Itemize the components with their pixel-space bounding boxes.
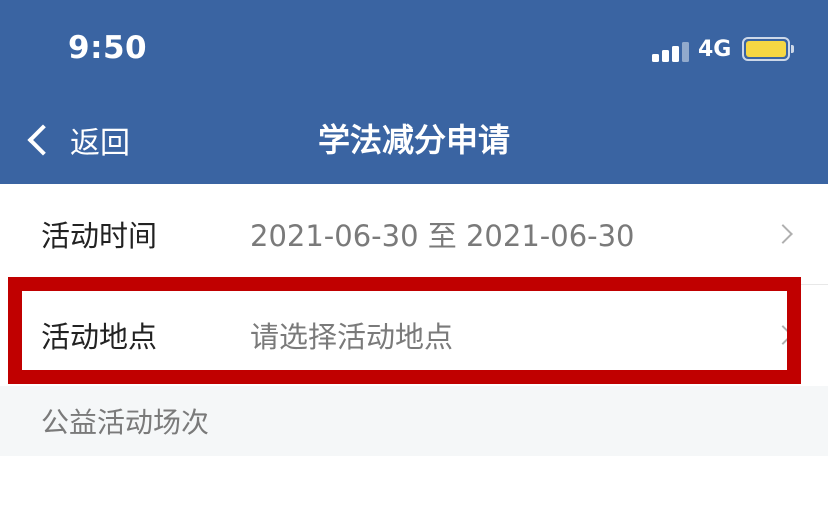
activity-time-value: 2021-06-30 至 2021-06-30 — [250, 219, 635, 253]
chevron-right-icon — [773, 325, 793, 345]
battery-icon — [742, 37, 794, 61]
activity-time-row[interactable]: 活动时间 2021-06-30 至 2021-06-30 — [0, 184, 828, 284]
page-title: 学法减分申请 — [317, 121, 510, 159]
activity-place-placeholder: 请选择活动地点 — [250, 320, 454, 354]
signal-bars-icon — [652, 38, 690, 62]
activity-place-row[interactable]: 活动地点 请选择活动地点 — [0, 285, 828, 385]
chevron-right-icon — [773, 224, 793, 244]
network-type: 4G — [698, 37, 732, 62]
section-header: 公益活动场次 — [0, 386, 828, 456]
chevron-left-icon — [27, 124, 59, 156]
app-header: 9:50 4G 返回 学法减分申请 — [0, 0, 828, 184]
back-button[interactable]: 返回 — [22, 116, 130, 164]
back-label: 返回 — [70, 126, 130, 161]
status-time: 9:50 — [68, 30, 148, 66]
activity-time-label: 活动时间 — [41, 219, 158, 253]
app-screen: 9:50 4G 返回 学法减分申请 活动时间 2021-06-30 至 2021… — [0, 0, 828, 528]
activity-place-label: 活动地点 — [41, 320, 158, 354]
section-title: 公益活动场次 — [41, 406, 210, 439]
